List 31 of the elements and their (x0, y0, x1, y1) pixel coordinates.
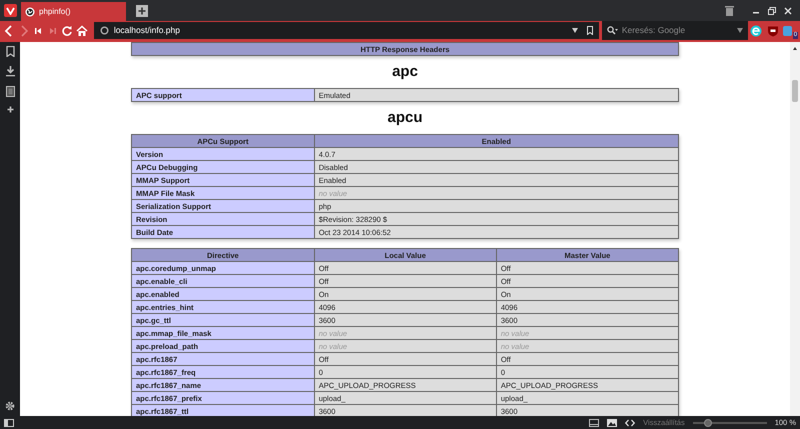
download-icon[interactable] (6, 66, 14, 77)
notes-icon[interactable] (6, 86, 14, 97)
search-field[interactable]: Keresés: Google (622, 24, 733, 37)
search-icon (606, 26, 618, 35)
address-field[interactable]: localhost/info.php (114, 24, 567, 37)
settings-icon[interactable] (5, 401, 15, 411)
plus-icon[interactable] (6, 106, 14, 113)
new-tab-icon[interactable] (136, 5, 148, 17)
bookmark-icon[interactable] (6, 46, 14, 57)
address-bar[interactable]: localhost/info.php (92, 21, 600, 40)
panel-toggle-icon[interactable] (4, 418, 14, 426)
shield-icon[interactable] (766, 24, 779, 36)
scrollbar[interactable] (790, 42, 800, 416)
section-heading: apcu (386, 109, 424, 127)
caret-icon[interactable] (572, 28, 578, 33)
caret-icon[interactable] (736, 28, 743, 33)
bookmark-icon[interactable] (586, 26, 593, 35)
scrollbar-thumb[interactable] (792, 80, 798, 102)
browser-logo[interactable] (4, 4, 17, 17)
search-bar[interactable]: Keresés: Google (602, 21, 748, 40)
code-icon[interactable] (625, 418, 636, 426)
browser-tab[interactable]: phpinfo() (21, 2, 126, 21)
restore-icon[interactable] (768, 6, 776, 14)
image-icon[interactable] (607, 418, 618, 426)
extension-icon[interactable] (750, 24, 762, 36)
trash-icon[interactable] (725, 5, 734, 16)
section-heading: apc (391, 63, 419, 81)
slider-thumb[interactable] (704, 418, 712, 426)
window-icon[interactable] (589, 418, 600, 426)
extension-icon[interactable] (782, 24, 794, 36)
close-icon[interactable] (784, 6, 792, 14)
